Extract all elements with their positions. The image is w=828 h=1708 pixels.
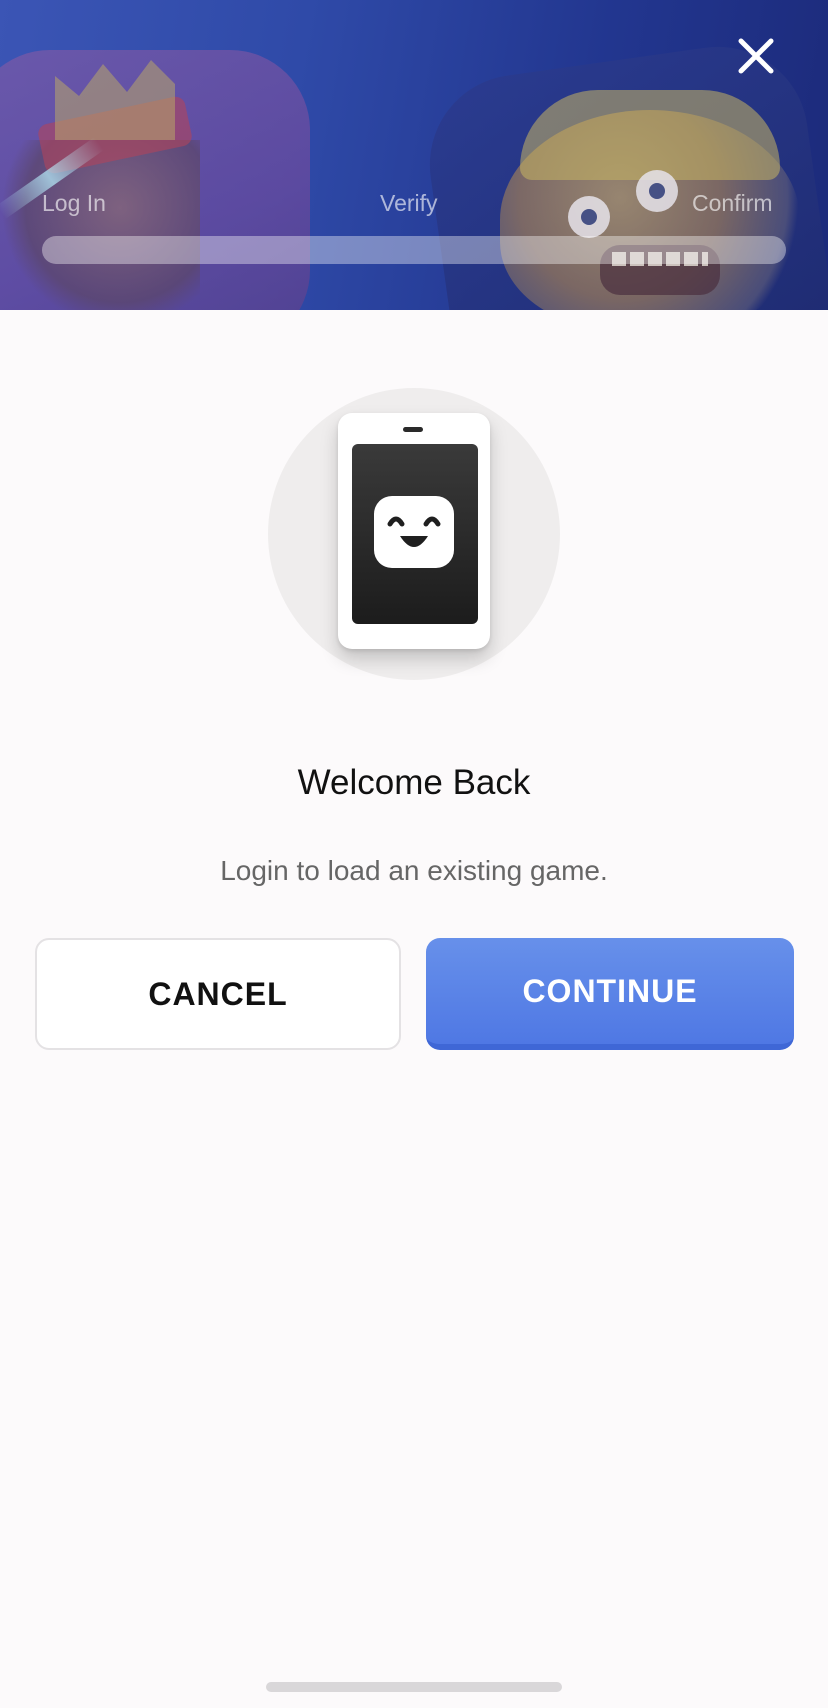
game-art-eye-left: [568, 196, 610, 238]
game-art-eye-right: [636, 170, 678, 212]
step-verify-label: Verify: [380, 190, 438, 216]
step-confirm-label: Confirm: [692, 190, 773, 216]
page-subtitle: Login to load an existing game.: [220, 855, 608, 886]
header-banner: Log In Verify Confirm: [0, 0, 828, 310]
close-button[interactable]: [728, 28, 784, 84]
page-title: Welcome Back: [297, 763, 531, 802]
step-login-label: Log In: [42, 190, 106, 216]
game-art-barbarian-hair: [520, 90, 780, 180]
phone-speaker: [403, 427, 423, 432]
continue-button[interactable]: CONTINUE: [426, 938, 794, 1050]
home-indicator[interactable]: [266, 1682, 562, 1692]
close-icon: [738, 38, 774, 74]
progress-bar: [42, 236, 786, 264]
cancel-button[interactable]: CANCEL: [35, 938, 401, 1050]
smiley-icon: [374, 496, 454, 568]
game-art-king: [0, 140, 200, 310]
phone-screen: [352, 444, 478, 624]
phone-smiley-icon: [338, 413, 490, 649]
